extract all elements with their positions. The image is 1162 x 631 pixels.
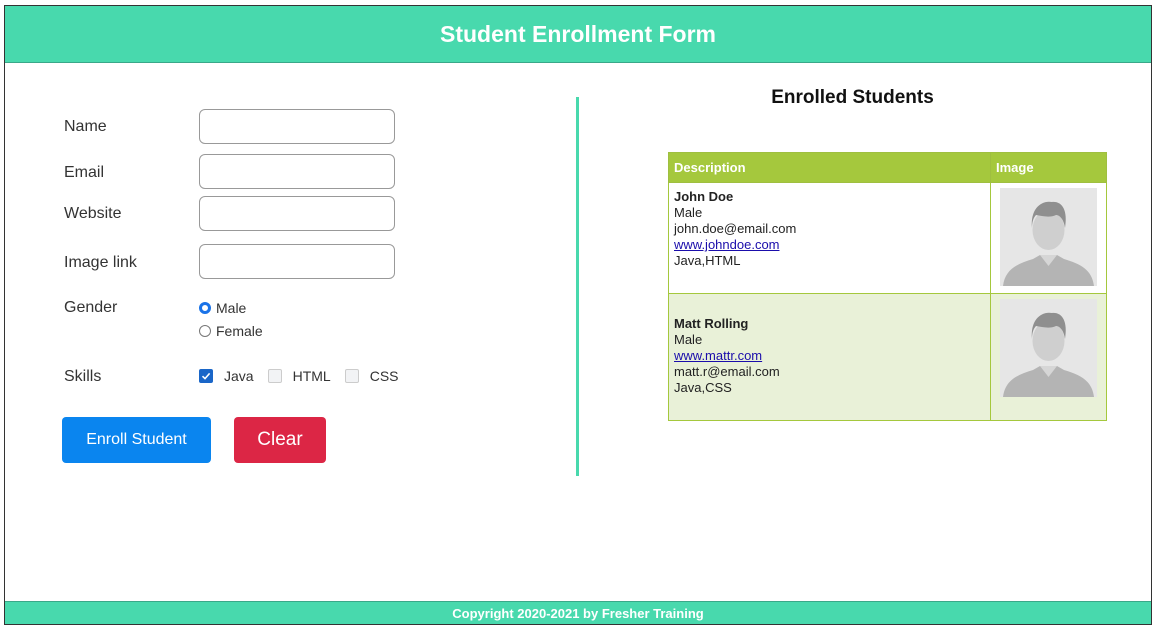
student-description: Matt Rolling Male www.mattr.com matt.r@e… xyxy=(668,293,991,421)
copyright-text: Copyright 2020-2021 by Fresher Training xyxy=(452,605,704,621)
skill-html-checkbox[interactable] xyxy=(267,369,282,383)
name-input[interactable] xyxy=(199,109,395,144)
website-input[interactable] xyxy=(199,196,395,231)
email-input[interactable] xyxy=(199,154,395,189)
skills-group: Java HTML CSS xyxy=(199,368,413,384)
student-name: John Doe xyxy=(674,189,734,204)
student-skills: Java,CSS xyxy=(674,380,732,395)
gender-female-label: Female xyxy=(216,323,263,339)
student-gender: Male xyxy=(674,332,703,347)
table-header-row: Description Image xyxy=(668,152,1107,183)
image-link-input[interactable] xyxy=(199,244,395,279)
check-icon xyxy=(201,372,211,380)
student-image-cell xyxy=(990,293,1107,421)
person-placeholder-icon xyxy=(1000,188,1097,286)
gender-male-radio[interactable] xyxy=(199,302,211,314)
description-column-header: Description xyxy=(668,152,991,183)
student-email: matt.r@email.com xyxy=(674,364,780,379)
gender-female-option[interactable]: Female xyxy=(199,323,263,339)
gender-male-option[interactable]: Male xyxy=(199,300,246,316)
image-link-label: Image link xyxy=(64,254,137,271)
skill-java-label: Java xyxy=(224,368,254,384)
student-website-link[interactable]: www.mattr.com xyxy=(674,348,762,363)
skill-css-checkbox[interactable] xyxy=(344,369,359,383)
enroll-student-button[interactable]: Enroll Student xyxy=(62,417,211,463)
column-divider xyxy=(576,97,579,476)
image-column-header: Image xyxy=(990,152,1107,183)
student-gender: Male xyxy=(674,205,703,220)
website-label: Website xyxy=(64,205,122,222)
name-label: Name xyxy=(64,118,107,135)
app-frame: Student Enrollment Form Name Email Websi… xyxy=(4,5,1152,625)
student-email: john.doe@email.com xyxy=(674,221,797,236)
gender-female-radio[interactable] xyxy=(199,325,211,337)
skill-css-label: CSS xyxy=(369,368,399,384)
skill-java-checkbox[interactable] xyxy=(199,369,213,383)
person-placeholder-icon xyxy=(1000,299,1097,397)
student-website-link[interactable]: www.johndoe.com xyxy=(674,237,780,252)
skills-label: Skills xyxy=(64,368,102,385)
page-title: Student Enrollment Form xyxy=(440,20,716,47)
page-header: Student Enrollment Form xyxy=(5,6,1151,63)
student-skills: Java,HTML xyxy=(674,253,741,268)
skill-html-label: HTML xyxy=(292,368,331,384)
student-image-cell xyxy=(990,182,1107,294)
table-row: John Doe Male john.doe@email.com www.joh… xyxy=(668,182,1107,294)
page-footer: Copyright 2020-2021 by Fresher Training xyxy=(5,601,1151,624)
gender-label: Gender xyxy=(64,299,118,316)
student-name: Matt Rolling xyxy=(674,316,749,331)
students-table: Description Image John Doe Male john.doe… xyxy=(668,152,1107,421)
clear-button[interactable]: Clear xyxy=(234,417,326,463)
enrolled-students-title: Enrolled Students xyxy=(771,87,934,108)
student-description: John Doe Male john.doe@email.com www.joh… xyxy=(668,182,991,294)
email-label: Email xyxy=(64,164,105,181)
table-row: Matt Rolling Male www.mattr.com matt.r@e… xyxy=(668,293,1107,421)
gender-male-label: Male xyxy=(216,300,247,316)
